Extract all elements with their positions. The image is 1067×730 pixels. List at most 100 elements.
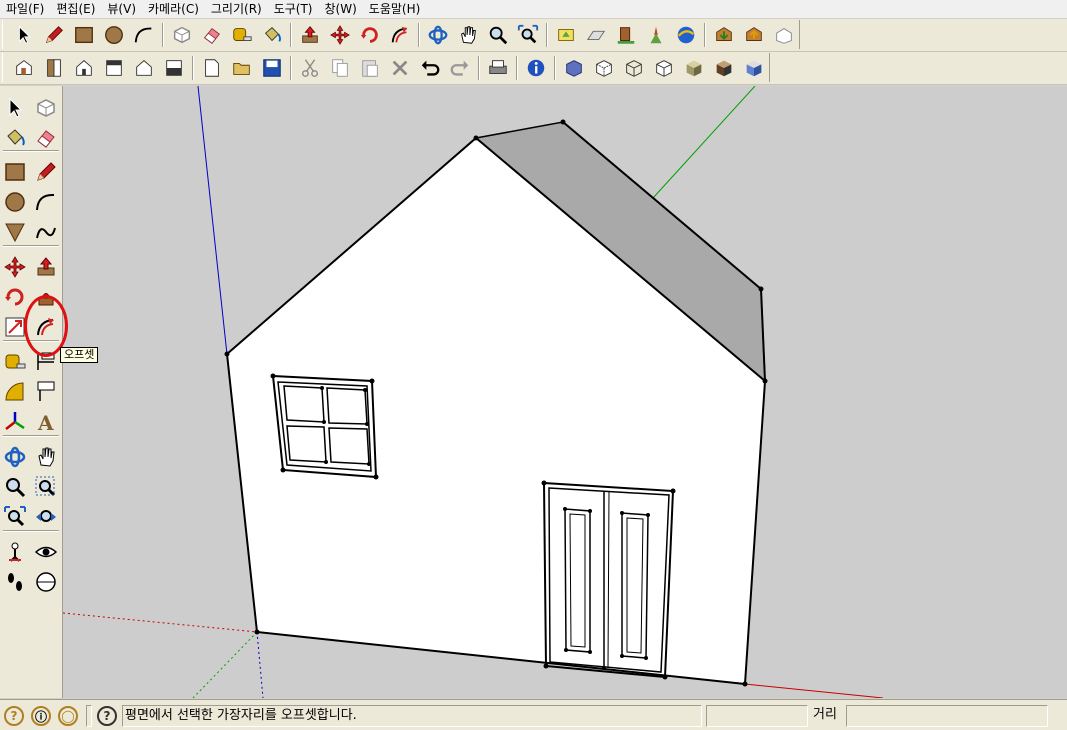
palette-text-button[interactable] (32, 378, 60, 406)
menu-tools[interactable]: 도구(T) (268, 0, 319, 18)
print-button[interactable] (485, 55, 511, 81)
iso-view-button[interactable] (11, 55, 37, 81)
front-wall-face (225, 136, 767, 686)
share-model-icon (743, 24, 765, 46)
move-button[interactable] (327, 22, 353, 48)
palette-walk-button[interactable] (1, 568, 29, 596)
xray-button[interactable] (561, 55, 587, 81)
menu-help[interactable]: 도움말(H) (363, 0, 427, 18)
push-pull-button[interactable] (297, 22, 323, 48)
palette-make-component-button[interactable] (32, 94, 60, 122)
user-icon[interactable]: ◯ (58, 706, 78, 726)
move-icon (3, 255, 27, 279)
palette-axes-button[interactable] (1, 408, 29, 436)
tape-measure-button[interactable] (229, 22, 255, 48)
wireframe-button[interactable] (621, 55, 647, 81)
menu-edit[interactable]: 편집(E) (50, 0, 101, 18)
monochrome-button[interactable] (741, 55, 767, 81)
top-view-button[interactable] (41, 55, 67, 81)
eraser-button[interactable] (199, 22, 225, 48)
palette-orbit-button[interactable] (1, 443, 29, 471)
menu-draw[interactable]: 그리기(R) (205, 0, 268, 18)
redo-button[interactable] (447, 55, 473, 81)
paint-bucket-button[interactable] (259, 22, 285, 48)
menu-camera[interactable]: 카메라(C) (142, 0, 205, 18)
previous-view-icon (34, 505, 58, 529)
palette-freehand-button[interactable] (32, 218, 60, 246)
model-viewport[interactable] (63, 86, 1067, 698)
palette-zoom-button[interactable] (1, 473, 29, 501)
arc-button[interactable] (131, 22, 157, 48)
orbit-icon (3, 445, 27, 469)
palette-zoom-extents-button[interactable] (1, 503, 29, 531)
palette-arc-button[interactable] (32, 188, 60, 216)
menu-window[interactable]: 창(W) (319, 0, 363, 18)
palette-select-button[interactable] (1, 94, 29, 122)
palette-move-button[interactable] (1, 253, 29, 281)
rectangle-button[interactable] (71, 22, 97, 48)
share-component-button[interactable] (771, 22, 797, 48)
cut-button[interactable] (297, 55, 323, 81)
delete-button[interactable] (387, 55, 413, 81)
undo-button[interactable] (417, 55, 443, 81)
place-model-button[interactable] (613, 22, 639, 48)
get-models-warehouse-button[interactable] (711, 22, 737, 48)
copy-button[interactable] (327, 55, 353, 81)
measurement-input[interactable] (846, 705, 1048, 727)
zoom-extents-icon (3, 505, 27, 529)
hidden-line-button[interactable] (651, 55, 677, 81)
palette-rectangle-button[interactable] (1, 158, 29, 186)
house-model-scene[interactable] (63, 86, 1067, 698)
left-view-button[interactable] (161, 55, 187, 81)
pan-button[interactable] (455, 22, 481, 48)
palette-pan-button[interactable] (32, 443, 60, 471)
menu-file[interactable]: 파일(F) (0, 0, 50, 18)
add-location-button[interactable] (553, 22, 579, 48)
palette-tape-measure-button[interactable] (1, 348, 29, 376)
palette-pencil-button[interactable] (32, 158, 60, 186)
share-model-button[interactable] (741, 22, 767, 48)
back-edges-button[interactable] (591, 55, 617, 81)
palette-previous-view-button[interactable] (32, 503, 60, 531)
save-file-button[interactable] (259, 55, 285, 81)
credits-icon[interactable]: ⓘ (31, 706, 51, 726)
palette-polygon-button[interactable] (1, 218, 29, 246)
palette-paint-bucket-button[interactable] (1, 124, 29, 152)
pencil-button[interactable] (41, 22, 67, 48)
right-view-button[interactable] (101, 55, 127, 81)
shaded-button[interactable] (681, 55, 707, 81)
palette-look-around-button[interactable] (32, 538, 60, 566)
model-info-button[interactable] (523, 55, 549, 81)
palette-zoom-window-button[interactable] (32, 473, 60, 501)
palette-protractor-button[interactable] (1, 378, 29, 406)
orbit-button[interactable] (425, 22, 451, 48)
open-file-button[interactable] (229, 55, 255, 81)
palette-3d-text-button[interactable]: A (32, 408, 60, 436)
rotate-button[interactable] (357, 22, 383, 48)
menu-view[interactable]: 뷰(V) (101, 0, 142, 18)
palette-circle-button[interactable] (1, 188, 29, 216)
new-file-button[interactable] (199, 55, 225, 81)
palette-eraser-button[interactable] (32, 124, 60, 152)
offset-button[interactable] (387, 22, 413, 48)
palette-section-plane-button[interactable] (32, 568, 60, 596)
get-models-button[interactable] (643, 22, 669, 48)
palette-position-camera-button[interactable] (1, 538, 29, 566)
make-component-button[interactable] (169, 22, 195, 48)
palette-push-pull-button[interactable] (32, 253, 60, 281)
geo-location-icon[interactable]: ? (4, 706, 24, 726)
select-button[interactable] (11, 22, 37, 48)
zoom-extents-button[interactable] (515, 22, 541, 48)
front-view-button[interactable] (71, 55, 97, 81)
zoom-button[interactable] (485, 22, 511, 48)
pan-icon (34, 445, 58, 469)
circle-button[interactable] (101, 22, 127, 48)
circle-icon (103, 24, 125, 46)
paste-button[interactable] (357, 55, 383, 81)
back-view-button[interactable] (131, 55, 157, 81)
palette-rotate-button[interactable] (1, 283, 29, 311)
google-earth-button[interactable] (673, 22, 699, 48)
toggle-terrain-button[interactable] (583, 22, 609, 48)
instructor-help-icon[interactable]: ? (97, 706, 117, 726)
shaded-texture-button[interactable] (711, 55, 737, 81)
